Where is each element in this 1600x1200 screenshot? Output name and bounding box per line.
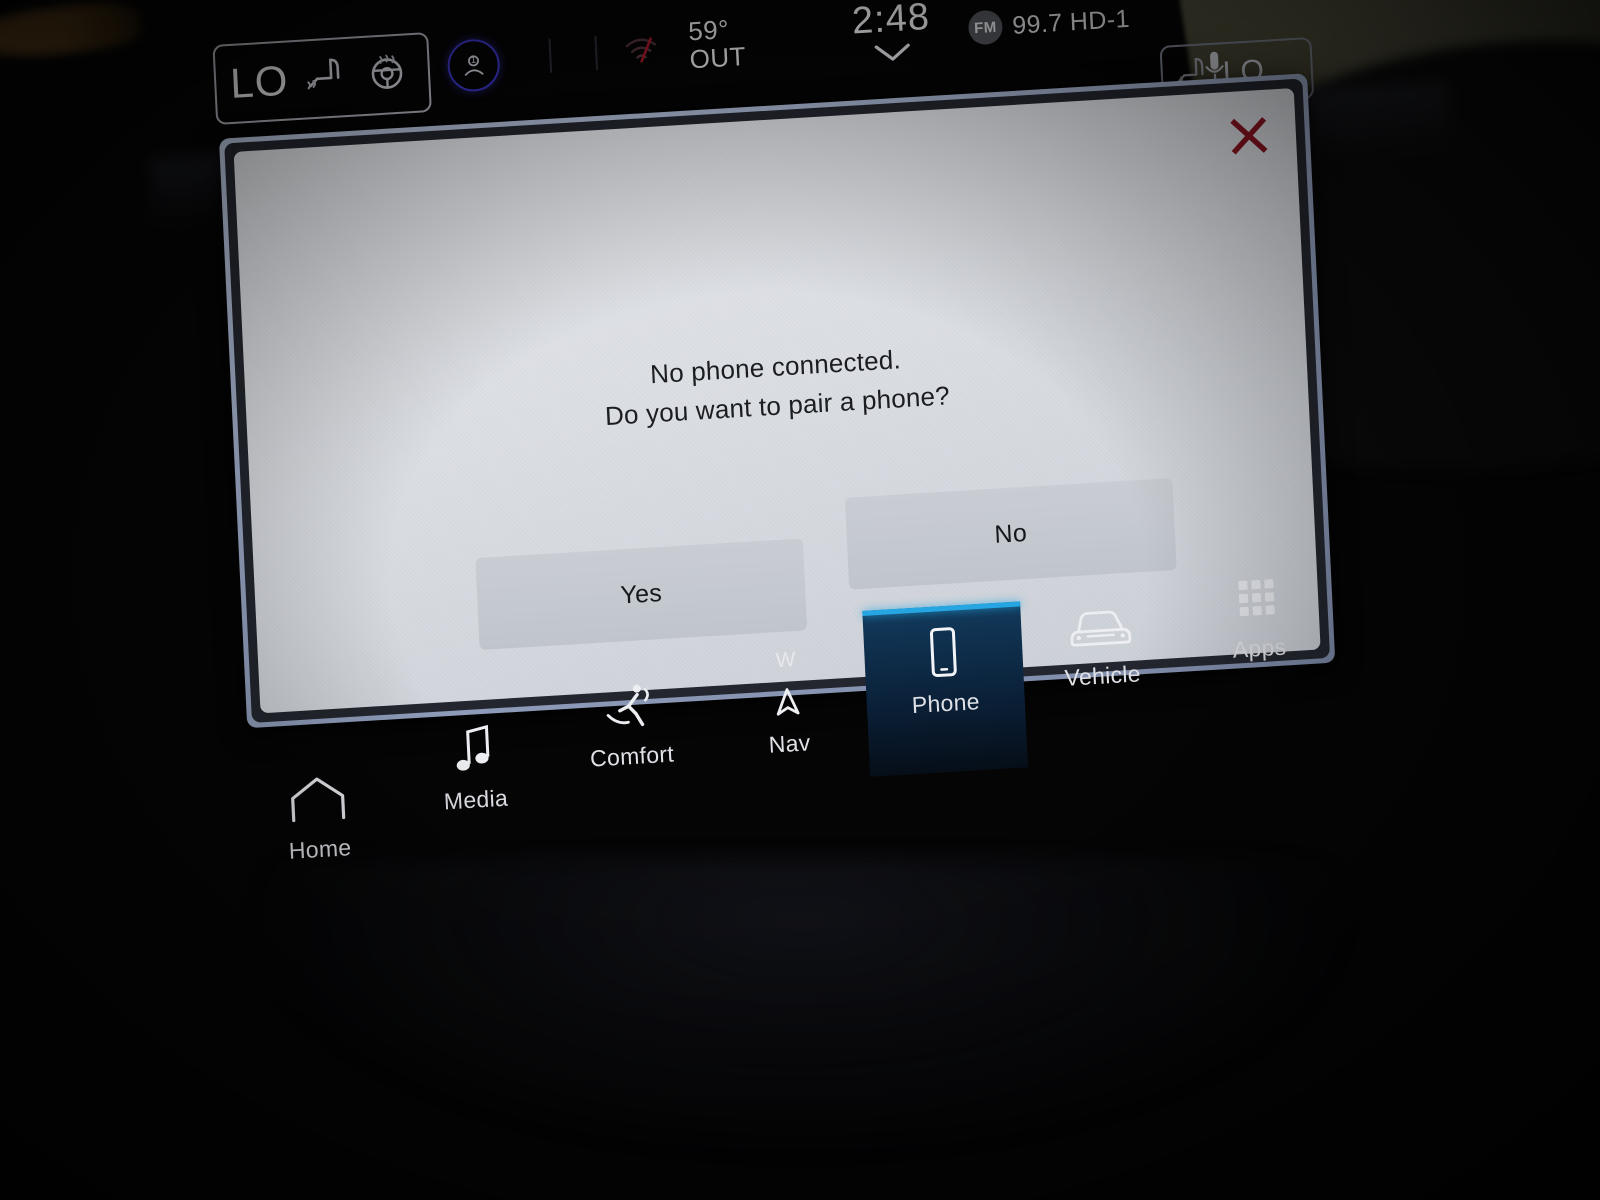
compass-heading-label: W [775,648,797,673]
phone-icon [922,627,964,679]
nav-item-home[interactable]: Home [237,747,402,906]
close-x-icon[interactable] [1225,111,1273,160]
driver-profile-icon[interactable]: 1 [446,37,501,93]
radio-station-label: 99.7 HD-1 [1011,4,1131,40]
home-icon [286,772,350,826]
car-front-icon [1064,599,1136,653]
svg-text:1: 1 [471,55,476,65]
heated-steering-wheel-icon [365,51,409,98]
navigation-arrow-icon [770,684,806,720]
nav-label-media: Media [443,784,509,815]
wifi-off-icon[interactable] [620,32,662,73]
dialog-message: No phone connected. Do you want to pair … [245,316,1309,458]
nav-label-apps: Apps [1232,633,1287,663]
infotainment-display: LO 1 59° OUT 2:48 FM 99.7 HD-1 LO No pho… [196,0,1357,935]
music-note-icon [448,723,498,776]
nav-item-nav[interactable]: W Nav [705,623,870,782]
apps-grid-icon [1232,572,1282,625]
no-button[interactable]: No [844,478,1177,590]
nav-label-home: Home [288,834,352,864]
clock-time: 2:48 [851,0,931,43]
nav-item-apps[interactable]: Apps [1176,546,1341,705]
clock[interactable]: 2:48 [825,0,958,73]
nav-item-phone[interactable]: Phone [862,601,1028,777]
seat-comfort-icon [600,679,658,732]
status-divider-1 [548,38,553,73]
nav-label-vehicle: Vehicle [1063,660,1142,691]
nav-label-comfort: Comfort [589,740,675,772]
heated-seat-icon [303,54,351,102]
status-divider-2 [594,35,599,70]
outside-temperature-label: OUT [688,40,747,74]
chevron-down-icon[interactable] [827,38,958,73]
radio-status[interactable]: FM 99.7 HD-1 [967,2,1131,46]
climate-level-left-label: LO [229,56,290,107]
nav-item-comfort[interactable]: Comfort [549,654,714,813]
nav-label-phone: Phone [911,688,981,719]
climate-control-left[interactable]: LO [212,32,432,125]
nav-label-nav: Nav [768,729,812,758]
outside-temperature: 59° OUT [688,14,747,74]
nav-item-vehicle[interactable]: Vehicle [1019,574,1184,733]
radio-band-badge: FM [967,9,1004,46]
dashboard-reflection-left [0,0,143,65]
nav-item-media[interactable]: Media [392,698,557,857]
